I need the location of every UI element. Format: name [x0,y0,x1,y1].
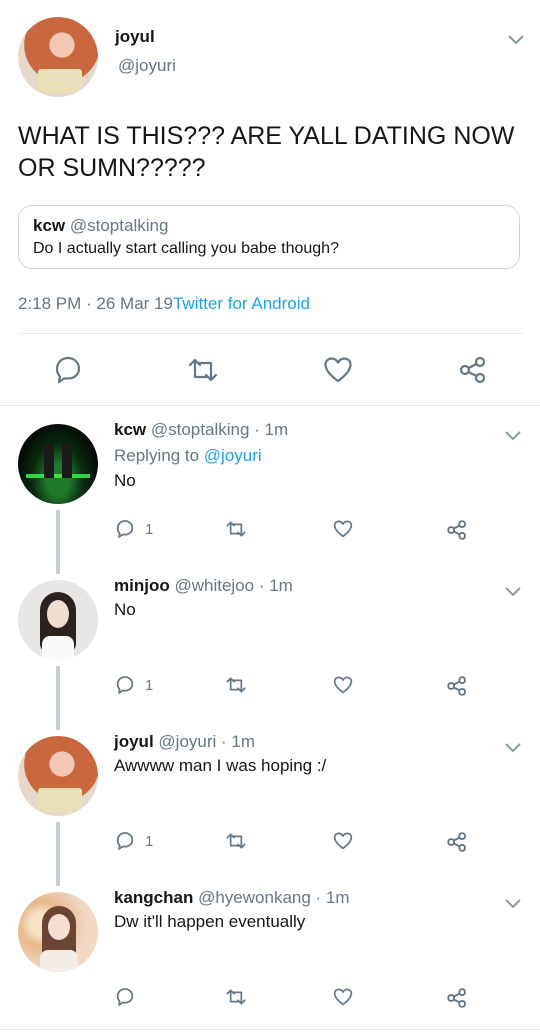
author-name[interactable]: joyul [115,27,155,47]
retweet-icon[interactable] [225,987,247,1007]
quoted-tweet[interactable]: kcw @stoptalking Do I actually start cal… [18,205,520,269]
reply-time: · 1m [254,420,289,439]
replying-to-label: Replying to [114,446,200,465]
like-icon[interactable] [333,831,353,851]
retweet-icon[interactable] [225,675,247,695]
thread-line [56,666,60,730]
reply-author-handle[interactable]: @joyuri [158,732,216,751]
share-icon[interactable] [446,519,468,541]
reply-author-name[interactable]: minjoo [114,576,170,595]
reply-time: · 1m [315,888,350,907]
retweet-icon[interactable] [187,355,219,385]
avatar[interactable] [18,17,98,97]
reply-text: No [114,471,136,490]
reply-icon[interactable] [53,355,83,385]
reply-icon[interactable] [115,519,135,539]
reply-author-name[interactable]: kcw [114,420,146,439]
like-icon[interactable] [333,987,353,1007]
quoted-text: Do I actually start calling you babe tho… [33,240,339,257]
chevron-down-icon[interactable] [508,35,524,45]
chevron-down-icon[interactable] [505,743,521,753]
chevron-down-icon[interactable] [505,899,521,909]
divider [0,405,540,406]
replying-to-link[interactable]: @joyuri [204,446,262,465]
reply-icon[interactable] [115,675,135,695]
tweet-text: WHAT IS THIS??? ARE YALL DATING NOW OR S… [18,122,515,182]
reply-author-handle[interactable]: @hyewonkang [198,888,311,907]
avatar[interactable] [18,892,98,972]
avatar[interactable] [18,580,98,660]
reply-author-handle[interactable]: @whitejoo [174,576,254,595]
tweet-timestamp: 2:18 PM · 26 Mar 19 [18,294,173,313]
divider [18,333,522,334]
retweet-icon[interactable] [225,831,247,851]
reply-text: Awwww man I was hoping :/ [114,756,327,775]
like-icon[interactable] [333,675,353,695]
thread-line [56,510,60,574]
reply-author-name[interactable]: kangchan [114,888,193,907]
reply-author-handle[interactable]: @stoptalking [151,420,250,439]
retweet-icon[interactable] [225,519,247,539]
quoted-author-handle: @stoptalking [69,216,169,235]
author-handle[interactable]: @joyuri [118,56,176,76]
reply-count: 1 [145,521,154,538]
like-icon[interactable] [323,355,353,385]
reply-icon[interactable] [115,831,135,851]
reply-time: · 1m [221,732,256,751]
reply-icon[interactable] [115,987,135,1007]
share-icon[interactable] [446,675,468,697]
chevron-down-icon[interactable] [505,431,521,441]
reply-count: 1 [145,833,154,850]
tweet-source-link[interactable]: Twitter for Android [173,294,310,313]
avatar[interactable] [18,424,98,504]
reply-text: Dw it'll happen eventually [114,912,306,931]
share-icon[interactable] [446,831,468,853]
thread-line [56,822,60,886]
reply-time: · 1m [258,576,293,595]
divider [0,1029,540,1030]
avatar[interactable] [18,736,98,816]
chevron-down-icon[interactable] [505,587,521,597]
reply-count: 1 [145,677,154,694]
share-icon[interactable] [458,355,488,385]
share-icon[interactable] [446,987,468,1009]
quoted-author-name: kcw [33,216,66,235]
like-icon[interactable] [333,519,353,539]
reply-author-name[interactable]: joyul [114,732,154,751]
reply-text: No [114,600,136,619]
